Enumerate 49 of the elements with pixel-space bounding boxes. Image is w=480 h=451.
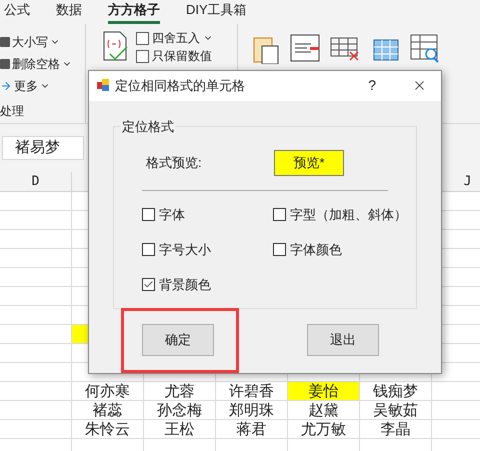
table-cell: 姜怡 xyxy=(288,382,360,400)
table-search-icon xyxy=(410,34,440,64)
app-icon xyxy=(97,79,109,92)
name-box[interactable]: 褚易梦 xyxy=(2,136,84,160)
checkbox[interactable] xyxy=(142,243,155,256)
arrow-icon xyxy=(0,80,12,92)
format-preview: 预览* xyxy=(274,150,344,176)
table-cell: 尤万敏 xyxy=(288,420,360,438)
help-button[interactable]: ? xyxy=(368,75,376,96)
table-cell: 李晶 xyxy=(360,420,432,438)
column-header[interactable]: J xyxy=(464,172,472,192)
checkbox-option[interactable]: 字体颜色 xyxy=(273,240,407,260)
ribbon-tab[interactable]: 公式 xyxy=(4,0,30,24)
form-window-icon xyxy=(290,34,320,62)
checkbox[interactable] xyxy=(273,208,286,222)
table-cell: 吴敏茹 xyxy=(360,401,432,419)
table-cell: 蒋君 xyxy=(216,420,288,438)
number-format-icon xyxy=(136,32,149,44)
ribbon-menu-button[interactable]: 更多 xyxy=(0,78,85,94)
table-cell: 钱痴梦 xyxy=(360,382,432,400)
ribbon-menu-button[interactable]: 大小写 xyxy=(0,34,85,50)
preview-label: 格式预览: xyxy=(145,154,203,172)
ribbon-button[interactable]: 四舍五入 xyxy=(136,30,213,46)
checkbox[interactable] xyxy=(142,208,155,222)
table-cell: 郑明珠 xyxy=(216,401,288,419)
checkbox-option[interactable]: 背景颜色 xyxy=(142,274,273,295)
table-cell: 王松 xyxy=(144,420,216,438)
checkbox[interactable] xyxy=(142,278,155,292)
group-label: 处理 xyxy=(0,103,25,120)
checkbox-option[interactable]: 字型（加粗、斜体） xyxy=(273,204,407,225)
table-cell: 褚蕊 xyxy=(72,401,144,419)
checkbox[interactable] xyxy=(273,243,286,256)
column-header[interactable]: D xyxy=(32,172,40,192)
dialog-title: 定位相同格式的单元格 xyxy=(115,77,245,96)
ribbon-menu-button[interactable]: 删除空格 xyxy=(0,56,85,72)
table-cell: 孙念梅 xyxy=(144,401,216,419)
document-check-icon xyxy=(102,30,130,62)
number-format-icon xyxy=(136,50,149,62)
checkbox-option[interactable]: 字体 xyxy=(142,204,273,225)
dialog-button[interactable]: 确定 xyxy=(142,324,214,356)
checkbox-option[interactable]: 字号大小 xyxy=(142,240,273,260)
table-cell: 赵黛 xyxy=(288,401,360,419)
dialog-button[interactable]: 退出 xyxy=(307,324,379,356)
ribbon-tab[interactable]: 数据 xyxy=(56,0,82,24)
table-cell: 尤蓉 xyxy=(144,382,216,400)
ribbon-button[interactable]: 只保留数值 xyxy=(136,48,213,64)
table-cell: 朱怜云 xyxy=(72,420,144,438)
ribbon-tab[interactable]: DIY工具箱 xyxy=(186,0,247,24)
table-cell: 何亦寒 xyxy=(72,382,144,400)
